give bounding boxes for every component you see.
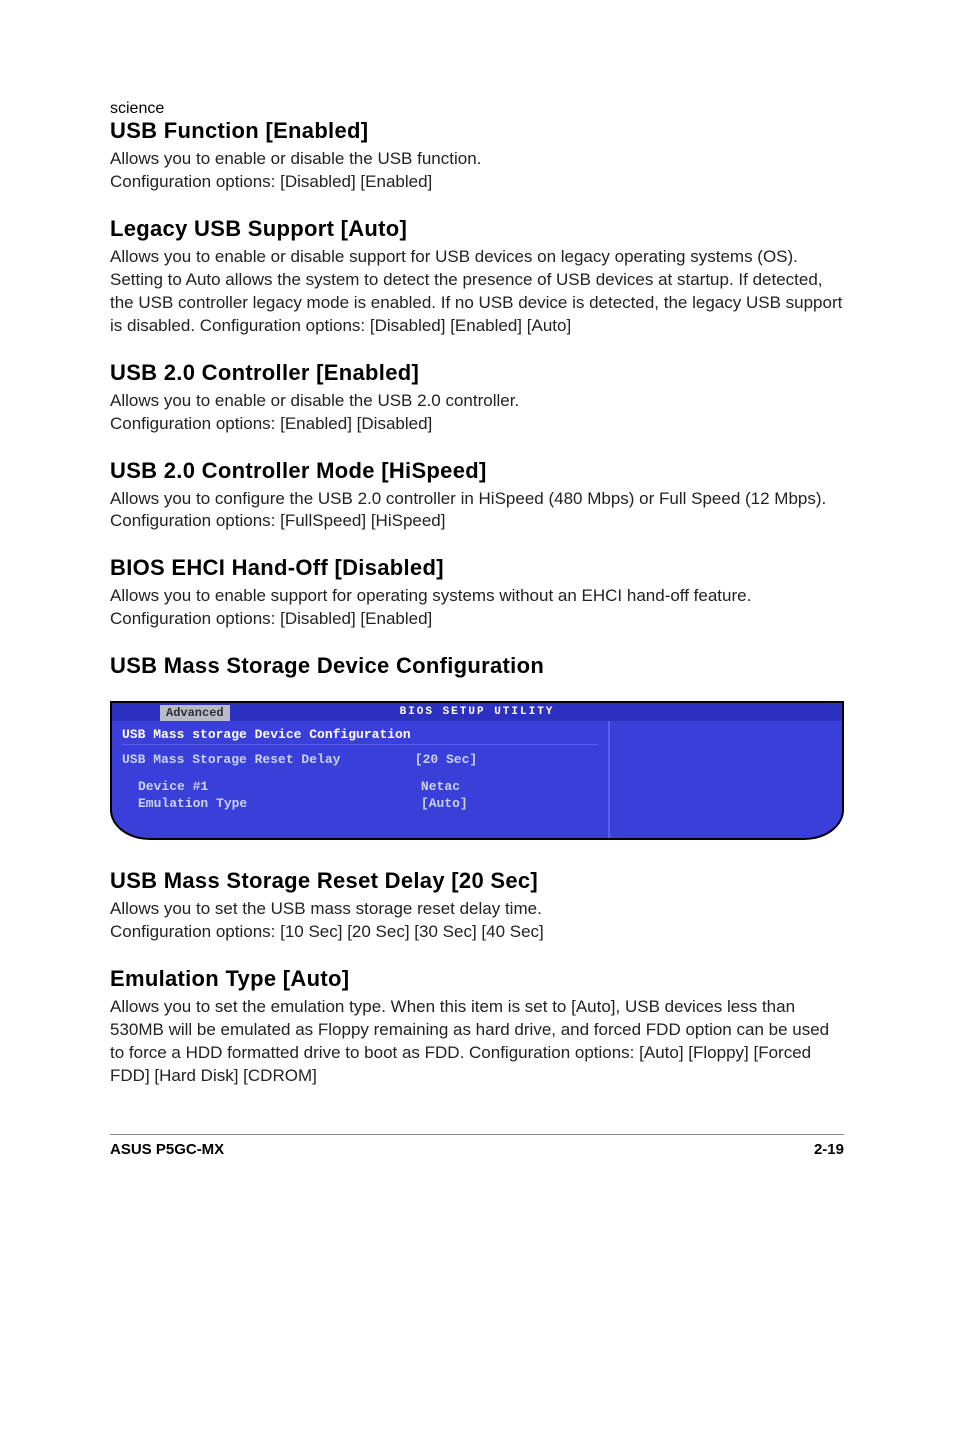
section-usb-function: USB Function [Enabled] Allows you to ena… xyxy=(110,118,844,194)
heading-emulation: Emulation Type [Auto] xyxy=(110,966,844,992)
body-legacy-usb: Allows you to enable or disable support … xyxy=(110,246,844,338)
footer-page-number: 2-19 xyxy=(814,1141,844,1158)
bios-device-label: Device #1 xyxy=(138,779,421,794)
section-reset-delay: USB Mass Storage Reset Delay [20 Sec] Al… xyxy=(110,868,844,944)
body-ehci: Allows you to enable support for operati… xyxy=(110,585,844,631)
bios-device-value: Netac xyxy=(421,779,598,794)
section-legacy-usb: Legacy USB Support [Auto] Allows you to … xyxy=(110,216,844,338)
bios-right-pane xyxy=(610,721,842,838)
bios-titlebar: BIOS SETUP UTILITY Advanced xyxy=(112,703,842,721)
heading-usb20-mode: USB 2.0 Controller Mode [HiSpeed] xyxy=(110,458,844,484)
heading-usb20-controller: USB 2.0 Controller [Enabled] xyxy=(110,360,844,386)
bios-row-device: Device #1 Netac xyxy=(138,778,598,795)
bios-reset-delay-value: [20 Sec] xyxy=(415,752,598,767)
bios-tab-advanced[interactable]: Advanced xyxy=(160,705,230,721)
body-usb20-mode: Allows you to configure the USB 2.0 cont… xyxy=(110,488,844,534)
bios-reset-delay-label: USB Mass Storage Reset Delay xyxy=(122,752,415,767)
section-mass-storage-config: USB Mass Storage Device Configuration xyxy=(110,653,844,679)
body-usb20-controller: Allows you to enable or disable the USB … xyxy=(110,390,844,436)
section-ehci: BIOS EHCI Hand-Off [Disabled] Allows you… xyxy=(110,555,844,631)
bios-row-emulation[interactable]: Emulation Type [Auto] xyxy=(138,795,598,812)
bios-titlebar-text: BIOS SETUP UTILITY xyxy=(400,706,555,718)
footer-product: ASUS P5GC-MX xyxy=(110,1141,224,1158)
bios-row-reset-delay[interactable]: USB Mass Storage Reset Delay [20 Sec] xyxy=(122,751,598,768)
bios-device-block: Device #1 Netac Emulation Type [Auto] xyxy=(122,778,598,812)
bios-emulation-label: Emulation Type xyxy=(138,796,421,811)
body-usb-function: Allows you to enable or disable the USB … xyxy=(110,148,844,194)
body-reset-delay: Allows you to set the USB mass storage r… xyxy=(110,898,844,944)
bios-panel: BIOS SETUP UTILITY Advanced USB Mass sto… xyxy=(110,701,844,840)
heading-usb-function: USB Function [Enabled] xyxy=(110,118,844,144)
section-emulation: Emulation Type [Auto] Allows you to set … xyxy=(110,966,844,1088)
heading-reset-delay: USB Mass Storage Reset Delay [20 Sec] xyxy=(110,868,844,894)
bios-emulation-value: [Auto] xyxy=(421,796,598,811)
bios-left-pane: USB Mass storage Device Configuration US… xyxy=(112,721,610,838)
heading-ehci: BIOS EHCI Hand-Off [Disabled] xyxy=(110,555,844,581)
bios-inner: USB Mass storage Device Configuration US… xyxy=(112,721,842,838)
body-emulation: Allows you to set the emulation type. Wh… xyxy=(110,996,844,1088)
page-footer: ASUS P5GC-MX 2-19 xyxy=(110,1134,844,1158)
section-usb20-mode: USB 2.0 Controller Mode [HiSpeed] Allows… xyxy=(110,458,844,534)
heading-legacy-usb: Legacy USB Support [Auto] xyxy=(110,216,844,242)
section-usb20-controller: USB 2.0 Controller [Enabled] Allows you … xyxy=(110,360,844,436)
bios-panel-title: USB Mass storage Device Configuration xyxy=(122,725,598,745)
heading-mass-storage-config: USB Mass Storage Device Configuration xyxy=(110,653,844,679)
